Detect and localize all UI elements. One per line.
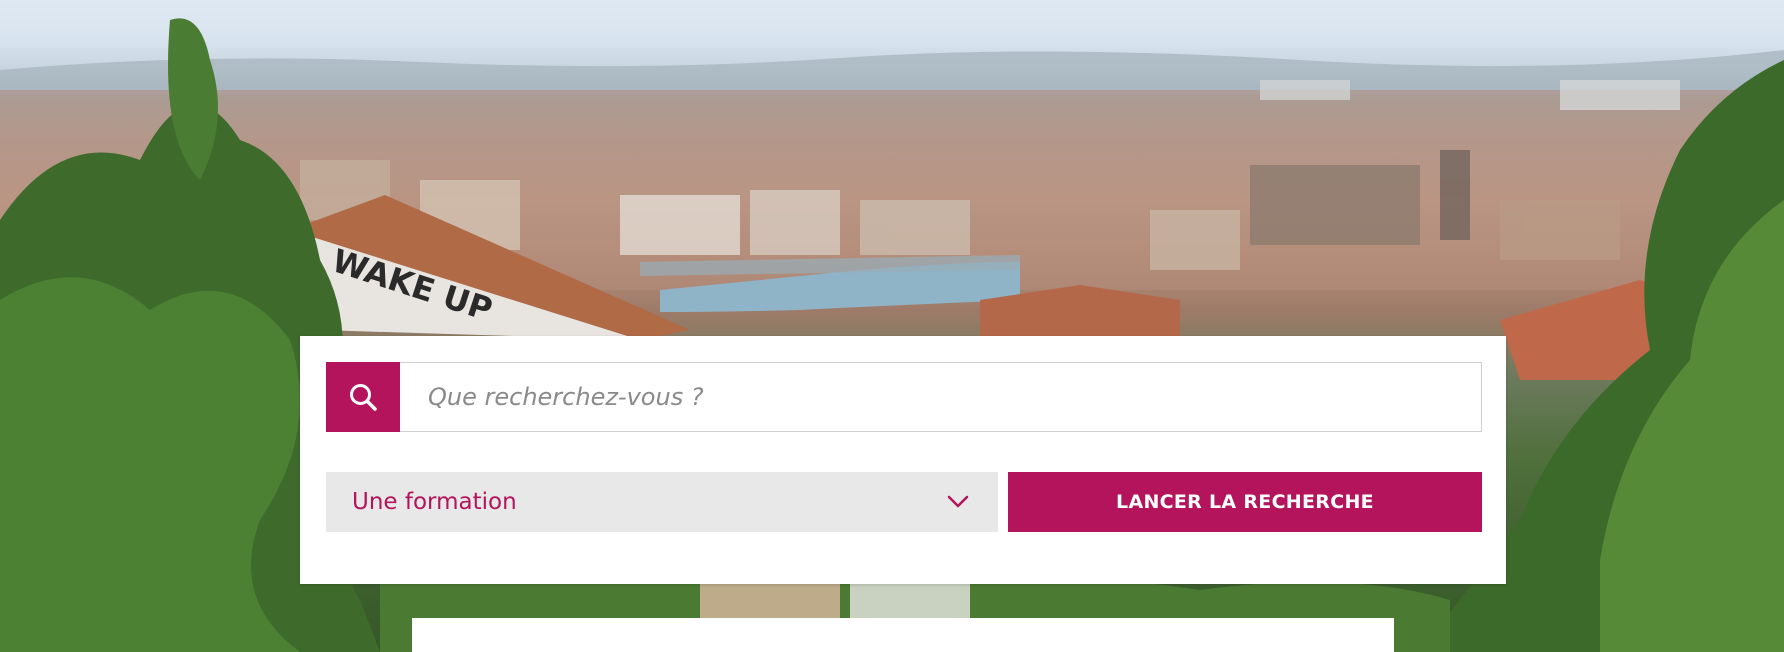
search-input[interactable] — [400, 362, 1482, 432]
search-card: Une formation LANCER LA RECHERCHE — [300, 336, 1506, 584]
chevron-down-icon — [946, 490, 970, 514]
launch-search-button[interactable]: LANCER LA RECHERCHE — [1008, 472, 1482, 532]
search-row — [326, 362, 1482, 432]
search-type-select[interactable]: Une formation — [326, 472, 998, 532]
search-type-selected: Une formation — [352, 489, 517, 515]
content-panel — [412, 618, 1394, 652]
search-icon — [350, 384, 377, 411]
search-button[interactable] — [326, 362, 400, 432]
